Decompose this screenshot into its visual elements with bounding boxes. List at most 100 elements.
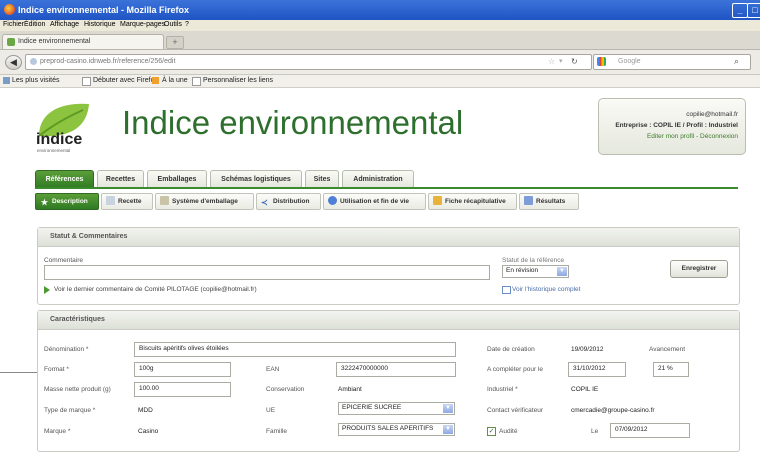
status-panel-header: Statut & Commentaires	[38, 228, 739, 247]
net-mass-label: Masse nette produit (g)	[44, 386, 111, 393]
logo-text: indice	[36, 131, 83, 148]
denomination-label: Dénomination *	[44, 346, 89, 353]
google-engine-icon[interactable]	[597, 57, 606, 66]
audited-checkbox[interactable]: ✓	[487, 427, 496, 436]
window-title-bar: Indice environnemental - Mozilla Firefox…	[0, 0, 760, 20]
creation-date-value: 19/09/2012	[571, 346, 604, 353]
denomination-value: Biscuits apéritifs olives étoilées	[139, 345, 229, 352]
conservation-value: Ambiant	[338, 386, 362, 393]
tab-sites[interactable]: Sites	[305, 170, 339, 188]
menu-affichage[interactable]: Affichage	[50, 21, 79, 28]
tab-recettes[interactable]: Recettes	[97, 170, 144, 188]
search-icon[interactable]: ⌕	[734, 56, 739, 67]
audit-date-input[interactable]: 07/09/2012	[610, 423, 690, 438]
subtab-fiche-label: Fiche récapitulative	[445, 198, 506, 205]
tab-references[interactable]: Références	[35, 170, 94, 188]
chevron-down-icon[interactable]: ▼	[443, 404, 453, 413]
menu-edition[interactable]: Édition	[24, 21, 45, 28]
subtab-systeme-emballage[interactable]: Système d'emballage	[155, 193, 254, 210]
search-bar[interactable]: Google ⌕	[593, 54, 751, 70]
dropdown-arrow-icon[interactable]: ▾	[559, 57, 563, 65]
page-favicon-icon	[7, 38, 15, 46]
reload-icon[interactable]: ↻	[571, 57, 578, 66]
history-icon	[502, 286, 511, 294]
app-logo: indice environnemental	[35, 98, 95, 156]
subtab-description-label: Description	[52, 198, 88, 205]
menu-historique[interactable]: Historique	[84, 21, 116, 28]
subtab-systeme-emballage-label: Système d'emballage	[172, 198, 238, 205]
complete-by-input[interactable]: 31/10/2012	[568, 362, 626, 377]
user-box: copilie@hotmail.fr Entreprise : COPIL IE…	[598, 98, 746, 155]
net-mass-input[interactable]: 100.00	[134, 382, 231, 397]
bookmark-customize-links[interactable]: Personnaliser les liens	[203, 77, 273, 84]
subtab-description[interactable]: ★ Description	[35, 193, 99, 210]
progress-input[interactable]: 21 %	[653, 362, 689, 377]
url-text: preprod-casino.idnweb.fr/reference/256/e…	[40, 58, 176, 65]
chevron-down-icon[interactable]: ▼	[557, 267, 567, 276]
subtab-recette[interactable]: Recette	[101, 193, 153, 210]
profile-links[interactable]: Editer mon profil - Déconnexion	[647, 133, 738, 140]
characteristics-panel-header: Caractéristiques	[38, 311, 739, 330]
status-panel-title: Statut & Commentaires	[50, 233, 128, 240]
subtab-distribution[interactable]: ≺ Distribution	[256, 193, 321, 210]
creation-date-label: Date de création	[487, 346, 535, 353]
menu-help[interactable]: ?	[185, 21, 189, 28]
tab-emballages[interactable]: Emballages	[147, 170, 207, 188]
summary-icon	[433, 196, 442, 205]
minimize-icon[interactable]: _	[732, 3, 748, 18]
edge-line	[0, 372, 37, 373]
menu-marque-pages[interactable]: Marque-pages	[120, 21, 165, 28]
bookmark-headlines[interactable]: À la une	[162, 77, 188, 84]
characteristics-panel: Caractéristiques Dénomination * Biscuits…	[37, 310, 740, 452]
bookmark-most-visited[interactable]: Les plus visités	[12, 77, 59, 84]
ue-select[interactable]: EPICERIE SUCREE ▼	[338, 402, 455, 415]
firefox-icon	[4, 4, 15, 15]
ean-input[interactable]: 3222470000000	[336, 362, 456, 377]
verifier-contact-label: Contact vérificateur	[487, 407, 543, 414]
brand-type-value: MDD	[138, 407, 153, 414]
family-label: Famille	[266, 428, 287, 435]
format-input[interactable]: 100g	[134, 362, 231, 377]
new-tab-button[interactable]: +	[166, 36, 184, 49]
browser-tab-title: Indice environnemental	[18, 38, 91, 45]
tab-schemas-logistiques[interactable]: Schémas logistiques	[210, 170, 302, 188]
tab-administration[interactable]: Administration	[342, 170, 414, 188]
logo-subtext: environnemental	[37, 148, 71, 153]
family-select[interactable]: PRODUITS SALES APERITIFS ▼	[338, 423, 455, 436]
save-button[interactable]: Enregistrer	[670, 260, 728, 278]
bookmark-firefox-start[interactable]: Débuter avec Firefox	[93, 77, 158, 84]
window-title: Indice environnemental - Mozilla Firefox	[18, 5, 190, 15]
brand-type-label: Type de marque *	[44, 407, 96, 414]
last-comment-link[interactable]: Voir le dernier commentaire de Comité PI…	[54, 286, 257, 293]
tab-underline	[35, 187, 738, 189]
subtab-resultats[interactable]: Résultats	[519, 193, 579, 210]
address-bar[interactable]: preprod-casino.idnweb.fr/reference/256/e…	[25, 54, 592, 70]
menu-outils[interactable]: Outils	[164, 21, 182, 28]
industrial-value: COPIL IE	[571, 386, 599, 393]
comment-input[interactable]	[44, 265, 490, 280]
rss-icon	[152, 77, 159, 84]
audited-label: Audité	[499, 428, 518, 435]
site-identity-icon[interactable]	[30, 58, 37, 65]
user-email: copilie@hotmail.fr	[686, 111, 738, 118]
user-company: Entreprise : COPIL IE / Profil : Industr…	[615, 122, 738, 129]
page-icon	[82, 77, 91, 86]
play-arrow-icon	[44, 286, 50, 294]
search-placeholder: Google	[618, 58, 641, 65]
subtab-utilisation[interactable]: Utilisation et fin de vie	[323, 193, 426, 210]
denomination-input[interactable]: Biscuits apéritifs olives étoilées	[134, 342, 456, 357]
status-select[interactable]: En révision ▼	[502, 265, 569, 278]
subtab-fiche-recapitulative[interactable]: Fiche récapitulative	[428, 193, 517, 210]
menu-bar: Fichier Édition Affichage Historique Mar…	[0, 20, 760, 31]
star-icon[interactable]: ☆	[548, 57, 555, 66]
menu-fichier[interactable]: Fichier	[3, 21, 24, 28]
complete-by-value: 31/10/2012	[573, 365, 606, 372]
bookmarks-toolbar: Les plus visités Débuter avec Firefox À …	[0, 75, 760, 88]
back-arrow-icon[interactable]: ◀	[5, 55, 22, 70]
maximize-icon[interactable]: □	[747, 3, 760, 18]
browser-tab[interactable]: Indice environnemental	[2, 34, 164, 49]
chevron-down-icon[interactable]: ▼	[443, 425, 453, 434]
history-link[interactable]: Voir l'historique complet	[512, 286, 580, 293]
subtab-distribution-label: Distribution	[273, 198, 310, 205]
audit-date-value: 07/09/2012	[615, 426, 648, 433]
